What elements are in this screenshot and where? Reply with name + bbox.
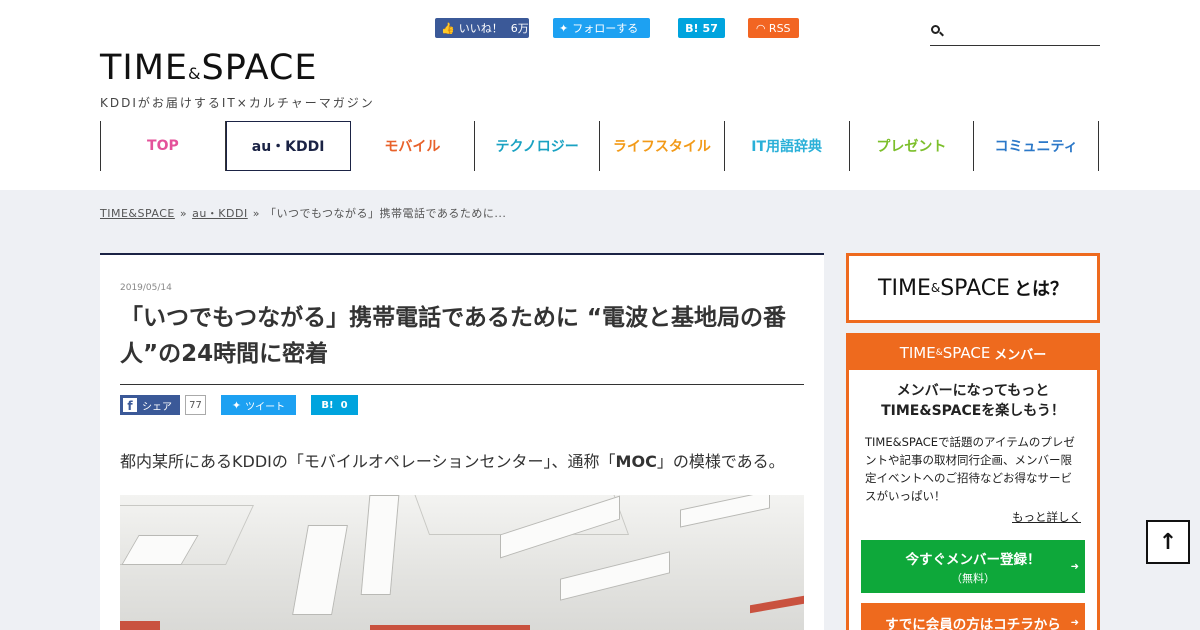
tweet-label: ツイート [245,401,286,413]
breadcrumb-separator: » [252,207,260,220]
article: 2019/05/14 「いつでもつながる」携帯電話であるために “電波と基地局の… [100,253,824,630]
logo-tagline: KDDIがお届けするIT×カルチャーマガジン [100,96,375,110]
hatena-icon: B! [685,21,699,35]
search-icon[interactable] [931,25,944,38]
login-button[interactable]: すでに会員の方はコチラから ➜ [861,603,1085,630]
like-count: 6万 [510,22,529,35]
article-date: 2019/05/14 [120,283,172,293]
hatena-count: 57 [702,21,718,35]
hatena-share-button[interactable]: B! 0 [311,395,358,415]
nav-item-mobile[interactable]: モバイル [351,121,476,171]
rss-icon: ◠ [756,21,765,35]
twitter-bird-icon: ✦ [231,398,242,412]
breadcrumb: TIME&SPACE » au・KDDI » 「いつでもつながる」携帯電話であるために.… [100,205,506,221]
facebook-share-count: 77 [185,395,206,415]
nav-item-it-dictionary[interactable]: IT用語辞典 [725,121,850,171]
breadcrumb-home-link[interactable]: TIME&SPACE [100,207,175,220]
sidebar: TIME & SPACE とは？ TIME & SPACE メンバー メンバーになってもっと… [846,253,1100,630]
article-hero-image [120,495,804,630]
logo-wordmark: TIME&SPACE [100,48,318,88]
arrow-right-icon: ➜ [1070,617,1079,629]
nav-item-lifestyle[interactable]: ライフスタイル [600,121,725,171]
facebook-icon: f [123,398,137,412]
nav-item-present[interactable]: プレゼント [850,121,975,171]
hatena-bookmark-button[interactable]: B! 57 [678,18,725,38]
nav-item-technology[interactable]: テクノロジー [475,121,600,171]
twitter-bird-icon: ✦ [559,21,569,35]
register-button[interactable]: 今すぐメンバー登録！ （無料） ➜ [861,540,1085,593]
arrow-up-icon: ↑ [1158,529,1178,555]
search-input[interactable] [950,19,1100,44]
member-panel-header: TIME & SPACE メンバー [849,336,1097,370]
nav-item-top[interactable]: TOP [101,121,226,171]
share-bar: f シェア 77 ✦ ツイート B! 0 [120,395,804,415]
scroll-to-top-button[interactable]: ↑ [1146,520,1190,564]
rss-button[interactable]: ◠ RSS [748,18,799,38]
facebook-share-label: シェア [142,401,172,413]
site-logo[interactable]: TIME&SPACE KDDIがお届けするIT×カルチャーマガジン [100,50,375,111]
hatena-icon: B! [321,399,334,411]
facebook-share-button[interactable]: f シェア [120,395,180,415]
breadcrumb-current: 「いつでもつながる」携帯電話であるために... [264,207,507,220]
article-title: 「いつでもつながる」携帯電話であるために “電波と基地局の番人”の24時間に密着 [120,300,804,385]
member-more-link[interactable]: もっと詳しく [849,509,1081,525]
article-lead: 都内某所にあるKDDIの「モバイルオペレーションセンター」、通称「MOC」の模様… [120,452,785,471]
tweet-button[interactable]: ✦ ツイート [221,395,296,415]
about-banner[interactable]: TIME & SPACE とは？ [846,253,1100,323]
member-panel-description: TIME&SPACEで話題のアイテムのプレゼントや記事の取材同行企画、メンバー限… [865,435,1075,503]
global-nav: TOP au・KDDI モバイル テクノロジー ライフスタイル IT用語辞典 プ… [100,121,1099,171]
breadcrumb-separator: » [179,207,188,220]
member-panel-title: メンバーになってもっと TIME&SPACEを楽しもう！ [881,383,1065,419]
nav-item-community[interactable]: コミュニティ [974,121,1099,171]
twitter-follow-button[interactable]: ✦ フォローする [553,18,650,38]
nav-item-au-kddi[interactable]: au・KDDI [225,121,351,171]
arrow-right-icon: ➜ [1070,561,1079,572]
thumbs-up-icon: 👍 [441,21,455,35]
follow-label: フォローする [572,22,639,35]
member-panel: TIME & SPACE メンバー メンバーになってもっと TIME&SPACEを楽し… [846,333,1100,630]
rss-label: RSS [768,21,791,35]
like-label: いいね！ [458,22,503,35]
site-header: 👍 いいね！ 6万 ✦ フォローする B! 57 ◠ RSS TIME&SPAC… [0,0,1200,190]
facebook-like-button[interactable]: 👍 いいね！ 6万 [435,18,529,38]
search-box [930,18,1100,46]
hatena-share-count: 0 [340,399,348,411]
breadcrumb-category-link[interactable]: au・KDDI [192,207,248,220]
